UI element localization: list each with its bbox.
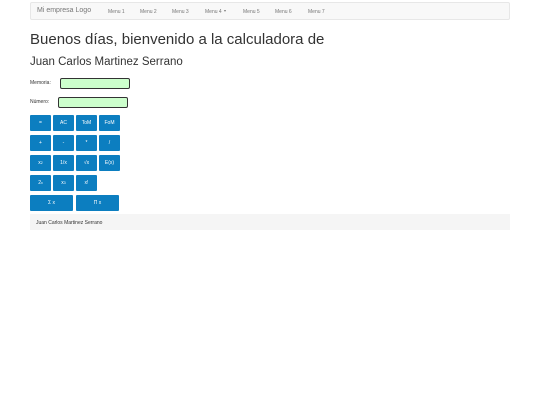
brand-logo-link[interactable]: Mi empresa Logo — [37, 7, 91, 14]
product-button[interactable]: Π x — [76, 195, 119, 211]
exponential-button[interactable]: E(x) — [99, 155, 120, 171]
factorial-button[interactable]: x! — [76, 175, 97, 191]
page-subtitle: Juan Carlos Martinez Serrano — [30, 56, 183, 68]
nav-menu-4-dropdown[interactable]: Menu 4 — [205, 9, 226, 15]
memoria-label: Memoria: — [30, 80, 51, 86]
subtract-button[interactable]: - — [53, 135, 74, 151]
nav-menu-2[interactable]: Menu 2 — [140, 9, 157, 15]
caret-down-icon — [223, 9, 226, 12]
summation-button[interactable]: Σ x — [30, 195, 73, 211]
add-button[interactable]: + — [30, 135, 51, 151]
square-exponent: 2 — [40, 161, 43, 165]
navbar: Mi empresa Logo Menu 1 Menu 2 Menu 3 Men… — [30, 2, 510, 20]
nav-menu-4-label: Menu 4 — [205, 8, 222, 15]
nav-menu-1[interactable]: Menu 1 — [108, 9, 125, 15]
nav-menu-6[interactable]: Menu 6 — [275, 9, 292, 15]
multiply-button[interactable]: * — [76, 135, 97, 151]
reciprocal-button[interactable]: 1/x — [53, 155, 74, 171]
page-title: Buenos días, bienvenido a la calculadora… — [30, 31, 325, 48]
to-memory-button[interactable]: ToM — [76, 115, 97, 131]
power-of-two-exponent: x — [41, 181, 43, 185]
divide-button[interactable]: / — [99, 135, 120, 151]
cube-exponent: 3 — [63, 181, 66, 185]
square-root-button[interactable]: √x — [76, 155, 97, 171]
numero-label: Número: — [30, 99, 50, 105]
footer: Juan Carlos Martinez Serrano — [30, 214, 510, 230]
memoria-input[interactable] — [60, 78, 130, 89]
nav-menu-5[interactable]: Menu 5 — [243, 9, 260, 15]
numero-input[interactable] — [58, 97, 128, 108]
square-button[interactable]: x2 — [30, 155, 51, 171]
cube-button[interactable]: x3 — [53, 175, 74, 191]
power-of-two-button[interactable]: 2x — [30, 175, 51, 191]
nav-menu-3[interactable]: Menu 3 — [172, 9, 189, 15]
from-memory-button[interactable]: FoM — [99, 115, 120, 131]
clear-all-button[interactable]: AC — [53, 115, 74, 131]
nav-menu-7[interactable]: Menu 7 — [308, 9, 325, 15]
equals-button[interactable]: = — [30, 115, 51, 131]
footer-text: Juan Carlos Martinez Serrano — [36, 219, 103, 226]
